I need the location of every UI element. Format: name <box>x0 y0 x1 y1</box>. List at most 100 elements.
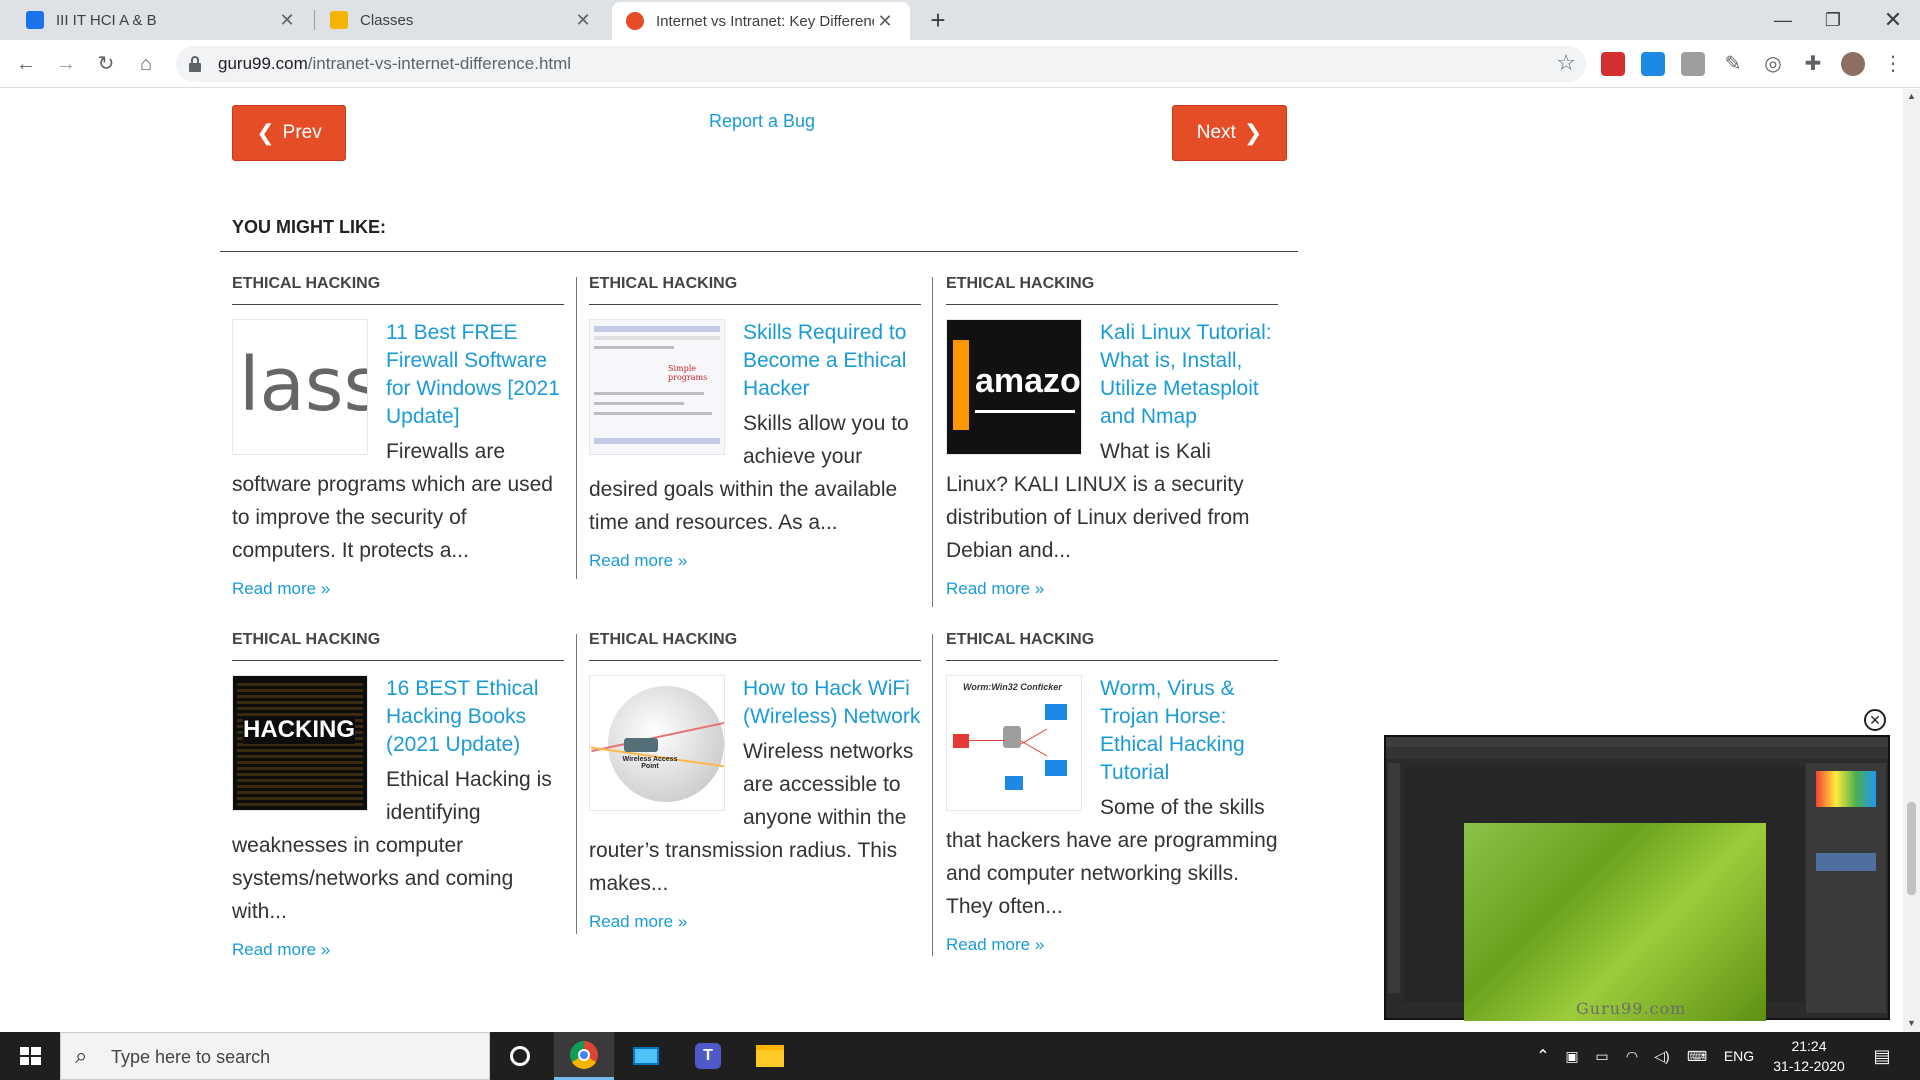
clock-date: 31-12-2020 <box>1773 1058 1845 1074</box>
card-skills: ETHICAL HACKING Simple programs Skills R… <box>589 275 921 571</box>
page-scrollbar[interactable]: ▲ ▼ <box>1903 89 1920 1032</box>
card-category: ETHICAL HACKING <box>232 631 564 661</box>
keyboard-icon[interactable]: ⌨ <box>1680 1032 1714 1080</box>
video-canvas-area <box>1404 767 1804 1021</box>
card-kali: ETHICAL HACKING amazo Kali Linux Tutoria… <box>946 275 1278 599</box>
tab-classes[interactable]: Classes ✕ <box>316 0 608 40</box>
screen-capture-icon[interactable] <box>1641 52 1665 76</box>
tab-title: III IT HCI A & B <box>56 11 157 29</box>
card-thumbnail[interactable]: Worm:Win32 Conficker <box>946 675 1082 811</box>
home-icon[interactable]: ⌂ <box>130 48 162 80</box>
chevron-up-icon[interactable]: ⌃ <box>1530 1032 1556 1080</box>
battery-icon[interactable]: ▭ <box>1588 1032 1616 1080</box>
read-more-link[interactable]: Read more » <box>589 912 921 932</box>
avatar[interactable] <box>1841 52 1865 76</box>
chevron-left-icon: ❮ <box>256 120 275 145</box>
meet-now-icon[interactable]: ▣ <box>1558 1032 1586 1080</box>
video-watermark: Guru99.com <box>1576 999 1687 1018</box>
read-more-link[interactable]: Read more » <box>232 579 564 599</box>
close-video-icon[interactable]: ✕ <box>1864 709 1886 731</box>
forward-icon[interactable]: → <box>50 48 82 80</box>
clock[interactable]: 21:24 31-12-2020 <box>1764 1032 1854 1080</box>
back-icon[interactable]: ← <box>10 48 42 80</box>
report-bug-link[interactable]: Report a Bug <box>709 111 815 132</box>
read-more-link[interactable]: Read more » <box>589 551 921 571</box>
wifi-icon[interactable]: ◠ <box>1618 1032 1646 1080</box>
card-thumbnail[interactable]: amazo <box>946 319 1082 455</box>
card-category: ETHICAL HACKING <box>946 275 1278 305</box>
volume-icon[interactable]: ◁) <box>1648 1032 1676 1080</box>
scroll-up-icon[interactable]: ▲ <box>1907 91 1916 101</box>
read-more-link[interactable]: Read more » <box>232 940 564 960</box>
read-more-link[interactable]: Read more » <box>946 579 1278 599</box>
video-side-panel <box>1806 763 1886 1013</box>
prev-label: Prev <box>282 122 322 143</box>
card-thumbnail[interactable]: lass <box>232 319 368 455</box>
card-firewall: ETHICAL HACKING lass 11 Best FREE Firewa… <box>232 275 564 599</box>
video-optionsbar <box>1386 747 1888 759</box>
close-window-icon[interactable]: ✕ <box>1868 0 1918 40</box>
puzzle-icon[interactable]: ✚ <box>1797 48 1829 80</box>
card-category: ETHICAL HACKING <box>589 631 921 661</box>
minimize-icon[interactable]: — <box>1758 0 1808 40</box>
video-toolbox <box>1388 763 1400 993</box>
video-menubar <box>1386 737 1888 747</box>
cortana-icon[interactable] <box>490 1032 550 1080</box>
file-explorer-icon[interactable] <box>740 1032 800 1080</box>
section-title: YOU MIGHT LIKE: <box>232 217 386 237</box>
search-icon: ⌕ <box>75 1043 88 1068</box>
remote-desktop-icon[interactable] <box>616 1032 676 1080</box>
close-icon[interactable]: ✕ <box>572 10 594 31</box>
new-tab-icon[interactable]: + <box>922 4 954 36</box>
scroll-down-icon[interactable]: ▼ <box>1907 1018 1916 1028</box>
url-text: guru99.com/intranet-vs-internet-differen… <box>218 54 572 73</box>
taskbar-search-box[interactable]: ⌕ Type here to search <box>60 1032 490 1080</box>
star-icon[interactable]: ☆ <box>1556 50 1576 76</box>
card-worm-virus: ETHICAL HACKING Worm:Win32 Conficker Wor… <box>946 631 1278 955</box>
guru99-icon <box>626 12 644 30</box>
address-bar[interactable]: guru99.com/intranet-vs-internet-differen… <box>176 46 1586 82</box>
prev-button[interactable]: ❮ Prev <box>232 105 346 161</box>
floating-video-player[interactable]: Guru99.com <box>1384 735 1890 1021</box>
notifications-icon[interactable]: ▤ <box>1862 1032 1902 1080</box>
windows-start-icon[interactable] <box>0 1032 60 1080</box>
acrobat-icon[interactable] <box>1601 52 1625 76</box>
tab-strip: III IT HCI A & B ✕ Classes ✕ Internet vs… <box>0 0 1920 40</box>
green-texture-image <box>1464 823 1766 1021</box>
teams-icon[interactable]: T <box>678 1032 738 1080</box>
close-icon[interactable]: ✕ <box>874 11 896 32</box>
classroom-icon <box>26 11 44 29</box>
search-placeholder: Type here to search <box>111 1047 271 1067</box>
next-label: Next <box>1196 122 1236 143</box>
language-indicator[interactable]: ENG <box>1716 1032 1762 1080</box>
windows-taskbar: ⌕ Type here to search T ⌃ ▣ ▭ ◠ ◁) ⌨ ENG… <box>0 1032 1920 1080</box>
maximize-icon[interactable]: ❐ <box>1808 0 1858 40</box>
extension-circle-icon[interactable]: ◎ <box>1757 48 1789 80</box>
section-divider <box>220 251 1298 252</box>
tab-hci[interactable]: III IT HCI A & B ✕ <box>12 0 312 40</box>
tab-title: Classes <box>360 11 414 29</box>
clock-time: 21:24 <box>1791 1038 1827 1054</box>
eyedropper-icon[interactable]: ✎ <box>1717 48 1749 80</box>
card-category: ETHICAL HACKING <box>589 275 921 305</box>
scrollbar-thumb[interactable] <box>1907 802 1916 895</box>
tab-title: Internet vs Intranet: Key Differenc <box>656 12 874 30</box>
menu-icon[interactable]: ⋮ <box>1877 48 1909 80</box>
card-thumbnail[interactable]: HACKING <box>232 675 368 811</box>
next-button[interactable]: Next ❯ <box>1172 105 1287 161</box>
read-more-link[interactable]: Read more » <box>946 935 1278 955</box>
card-hack-wifi: ETHICAL HACKING Wireless Access Point Ho… <box>589 631 921 932</box>
chevron-right-icon: ❯ <box>1243 120 1263 145</box>
card-thumbnail[interactable]: Simple programs <box>589 319 725 455</box>
reload-icon[interactable]: ↻ <box>90 48 122 80</box>
lock-icon[interactable] <box>188 55 202 73</box>
tab-internet-vs-intranet[interactable]: Internet vs Intranet: Key Differenc ✕ <box>612 2 910 40</box>
close-icon[interactable]: ✕ <box>276 10 298 31</box>
classes-icon <box>330 11 348 29</box>
card-category: ETHICAL HACKING <box>946 631 1278 661</box>
browser-toolbar: ← → ↻ ⌂ guru99.com/intranet-vs-internet-… <box>0 40 1920 88</box>
camera-icon[interactable] <box>1681 52 1705 76</box>
chrome-icon[interactable] <box>554 1032 614 1080</box>
card-category: ETHICAL HACKING <box>232 275 564 305</box>
card-thumbnail[interactable]: Wireless Access Point <box>589 675 725 811</box>
